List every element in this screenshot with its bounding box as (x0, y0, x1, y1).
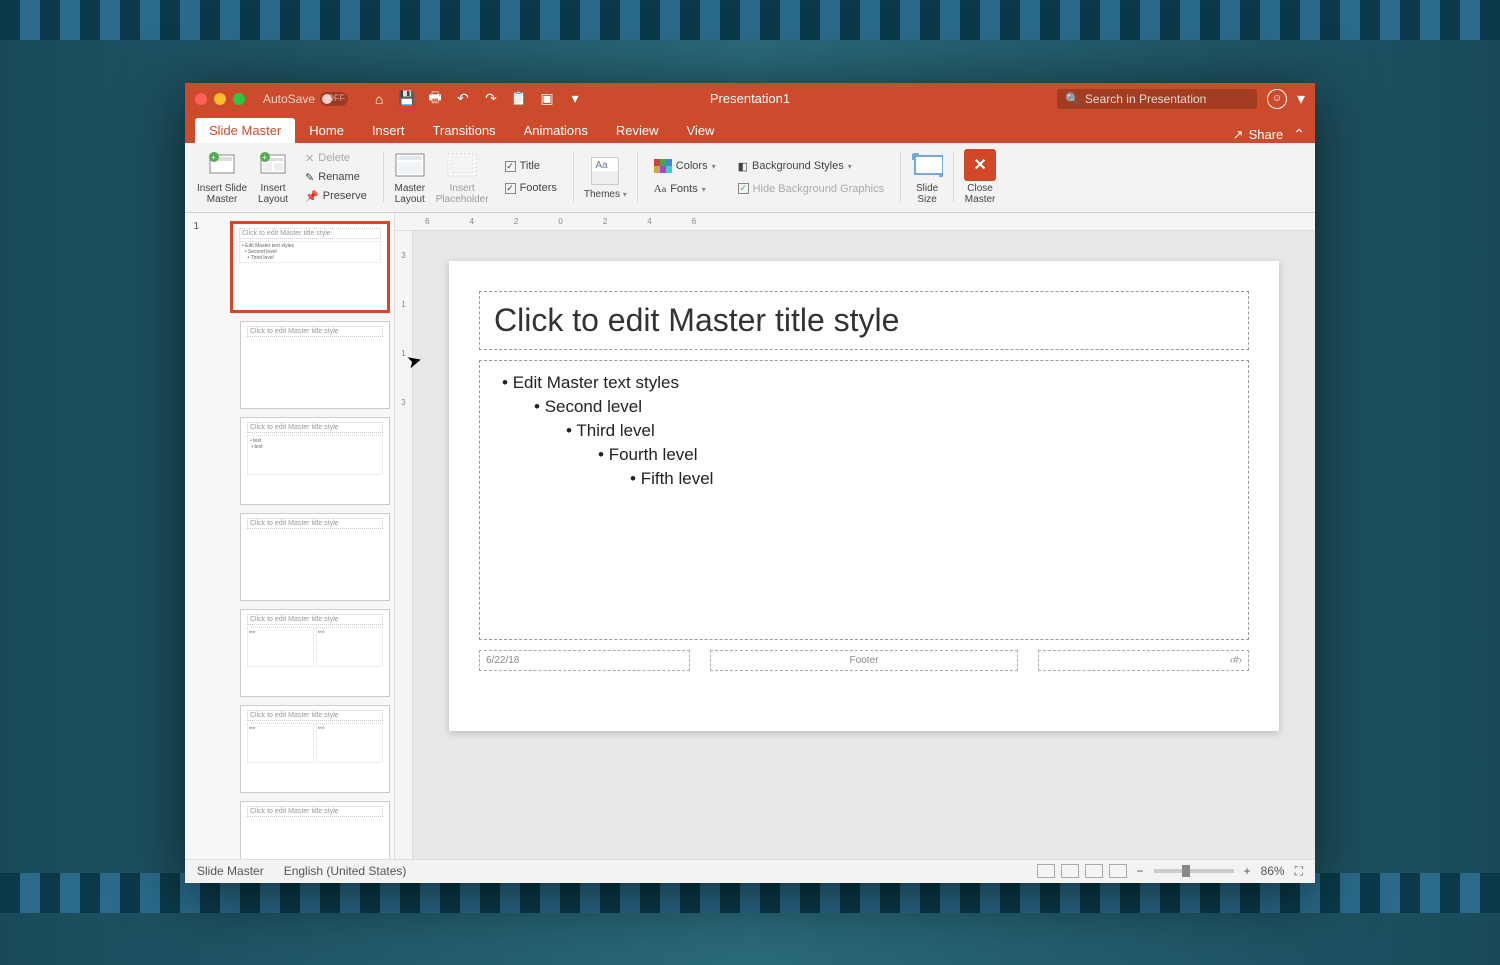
paste-icon[interactable]: 📋 (511, 91, 527, 107)
insert-layout-button[interactable]: + Insert Layout (253, 147, 293, 207)
layout-thumbnail[interactable]: Click to edit Master title style (240, 801, 390, 859)
close-window-button[interactable] (195, 93, 207, 105)
insert-slide-master-button[interactable]: + Insert Slide Master (193, 147, 251, 207)
view-buttons (1037, 864, 1127, 878)
save-icon[interactable]: 💾 (399, 91, 415, 107)
app-window: ➤ AutoSave OFF ⌂ 💾 🖶 ↶ ↷ 📋 ▣ ▾ Presentat… (185, 83, 1315, 883)
status-bar: Slide Master English (United States) − +… (185, 859, 1315, 883)
collapse-ribbon-icon[interactable]: ⌃ (1293, 126, 1305, 143)
delete-icon: ✕ (305, 152, 314, 165)
close-master-button[interactable]: ✕ Close Master (960, 147, 1000, 207)
slide-canvas[interactable]: Click to edit Master title style Edit Ma… (413, 231, 1315, 859)
minimize-window-button[interactable] (214, 93, 226, 105)
tab-view[interactable]: View (673, 118, 729, 143)
layout-thumbnail[interactable]: Click to edit Master title style (240, 513, 390, 601)
redo-icon[interactable]: ↷ (483, 91, 499, 107)
language-status[interactable]: English (United States) (284, 864, 407, 878)
tab-animations[interactable]: Animations (510, 118, 602, 143)
tab-home[interactable]: Home (295, 118, 358, 143)
autosave-label: AutoSave (263, 92, 315, 106)
horizontal-ruler: 6420246 (395, 213, 1315, 231)
layout-thumbnail[interactable]: Click to edit Master title style• text •… (240, 417, 390, 505)
delete-button[interactable]: ✕Delete (301, 150, 354, 167)
search-icon: 🔍 (1065, 92, 1080, 106)
print-icon[interactable]: 🖶 (427, 91, 443, 107)
title-bar: AutoSave OFF ⌂ 💾 🖶 ↶ ↷ 📋 ▣ ▾ Presentatio… (185, 83, 1315, 115)
tab-transitions[interactable]: Transitions (418, 118, 509, 143)
footers-checkbox[interactable]: Footers (501, 180, 561, 196)
slideshow-view-button[interactable] (1109, 864, 1127, 878)
svg-text:+: + (262, 153, 267, 162)
search-input[interactable]: 🔍 Search in Presentation (1057, 89, 1257, 109)
ribbon-tabs: Slide Master Home Insert Transitions Ani… (185, 115, 1315, 143)
share-button[interactable]: ↗ Share (1233, 127, 1284, 143)
colors-icon (654, 159, 672, 173)
preserve-icon: 📌 (305, 190, 319, 203)
fit-window-button[interactable]: ⛶ (1295, 864, 1303, 879)
customize-icon[interactable]: ▾ (567, 91, 583, 107)
title-placeholder[interactable]: Click to edit Master title style (479, 291, 1249, 350)
ribbon: + Insert Slide Master + Insert Layout ✕D… (185, 143, 1315, 213)
tab-slide-master[interactable]: Slide Master (195, 118, 295, 143)
hide-background-checkbox[interactable]: ✓Hide Background Graphics (734, 181, 888, 197)
share-icon: ↗ (1233, 127, 1244, 143)
undo-icon[interactable]: ↶ (455, 91, 471, 107)
preserve-button[interactable]: 📌Preserve (301, 188, 371, 205)
master-thumbnail[interactable]: Click to edit Master title style • Edit … (230, 221, 390, 313)
fonts-icon: Aa (654, 183, 666, 195)
quick-access-toolbar: ⌂ 💾 🖶 ↶ ↷ 📋 ▣ ▾ (371, 91, 583, 107)
background-styles-button[interactable]: ◧Background Styles▾ (734, 158, 856, 175)
slide-editor: 6420246 3113 Click to edit Master title … (395, 213, 1315, 859)
list-item: Fifth level (630, 467, 1234, 491)
add-icon[interactable]: ▣ (539, 91, 555, 107)
master-layout-button[interactable]: Master Layout (390, 147, 430, 207)
tab-review[interactable]: Review (602, 118, 673, 143)
layout-thumbnail[interactable]: Click to edit Master title style (240, 321, 390, 409)
sorter-view-button[interactable] (1061, 864, 1079, 878)
checkbox-icon: ✓ (738, 183, 749, 194)
fonts-button[interactable]: AaFonts▾ (650, 181, 710, 197)
list-item: Third level (566, 419, 1234, 443)
list-item: Fourth level (598, 443, 1234, 467)
view-status: Slide Master (197, 864, 264, 878)
thumbnail-pane[interactable]: 1 Click to edit Master title style • Edi… (185, 213, 395, 859)
home-icon[interactable]: ⌂ (371, 91, 387, 107)
slide-number-placeholder[interactable]: ‹#› (1038, 650, 1249, 671)
rename-icon: ✎ (305, 171, 314, 184)
title-checkbox[interactable]: Title (501, 158, 544, 174)
body-placeholder[interactable]: Edit Master text styles Second level Thi… (479, 360, 1249, 640)
dropdown-icon[interactable]: ▾ (1297, 89, 1305, 109)
themes-button[interactable]: Aa Themes ▾ (580, 153, 631, 202)
checkbox-icon (505, 183, 516, 194)
autosave-toggle[interactable]: AutoSave OFF (263, 92, 348, 106)
checkbox-icon (505, 161, 516, 172)
normal-view-button[interactable] (1037, 864, 1055, 878)
tab-insert[interactable]: Insert (358, 118, 419, 143)
rename-button[interactable]: ✎Rename (301, 169, 364, 186)
thumb-number: 1 (189, 221, 199, 313)
layout-thumbnail[interactable]: Click to edit Master title styletexttext (240, 705, 390, 793)
maximize-window-button[interactable] (233, 93, 245, 105)
window-controls (195, 93, 245, 105)
date-placeholder[interactable]: 6/22/18 (479, 650, 690, 671)
svg-text:+: + (211, 153, 216, 162)
zoom-level[interactable]: 86% (1261, 864, 1285, 878)
footer-placeholder[interactable]: Footer (710, 650, 1019, 671)
vertical-ruler: 3113 (395, 231, 413, 859)
colors-button[interactable]: Colors▾ (650, 157, 720, 175)
document-title: Presentation1 (710, 91, 790, 106)
layout-thumbnail[interactable]: Click to edit Master title styletexttext (240, 609, 390, 697)
list-item: Second level (534, 395, 1234, 419)
zoom-slider[interactable] (1154, 869, 1234, 873)
zoom-in-button[interactable]: + (1244, 864, 1251, 878)
feedback-icon[interactable]: ☺ (1267, 89, 1287, 109)
insert-placeholder-button[interactable]: Insert Placeholder (432, 147, 493, 207)
list-item: Edit Master text styles (502, 371, 1234, 395)
slide[interactable]: Click to edit Master title style Edit Ma… (449, 261, 1279, 731)
slide-size-button[interactable]: Slide Size (907, 147, 947, 207)
zoom-out-button[interactable]: − (1137, 864, 1144, 878)
background-icon: ◧ (738, 160, 748, 173)
content-area: 1 Click to edit Master title style • Edi… (185, 213, 1315, 859)
reading-view-button[interactable] (1085, 864, 1103, 878)
